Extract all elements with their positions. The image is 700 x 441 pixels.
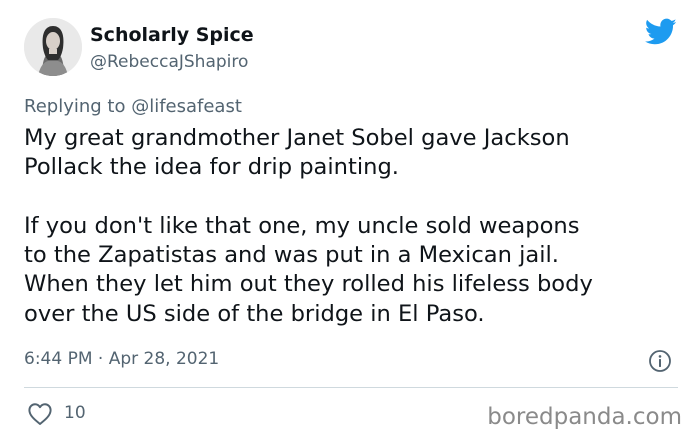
divider [24,387,678,388]
reply-mention-link[interactable]: @lifesafeast [131,96,242,117]
tweet-paragraph: My great grandmother Janet Sobel gave Ja… [24,125,570,181]
replying-to-prefix: Replying to [24,96,132,117]
avatar-image [24,18,82,76]
watermark: boredpanda.com [487,404,682,430]
replying-to: Replying to @lifesafeast [24,94,242,120]
tweet-timestamp[interactable]: 6:44 PM · Apr 28, 2021 [24,347,219,371]
display-name[interactable]: Scholarly Spice [90,22,254,48]
info-icon[interactable] [648,349,672,373]
like-count: 10 [64,403,86,423]
avatar[interactable] [24,18,82,76]
user-handle[interactable]: @RebeccaJShapiro [90,50,248,74]
heart-icon[interactable] [27,402,53,426]
twitter-bird-icon [645,18,677,45]
tweet-paragraph: If you don't like that one, my uncle sol… [24,212,593,327]
tweet-text: My great grandmother Janet Sobel gave Ja… [24,124,684,329]
